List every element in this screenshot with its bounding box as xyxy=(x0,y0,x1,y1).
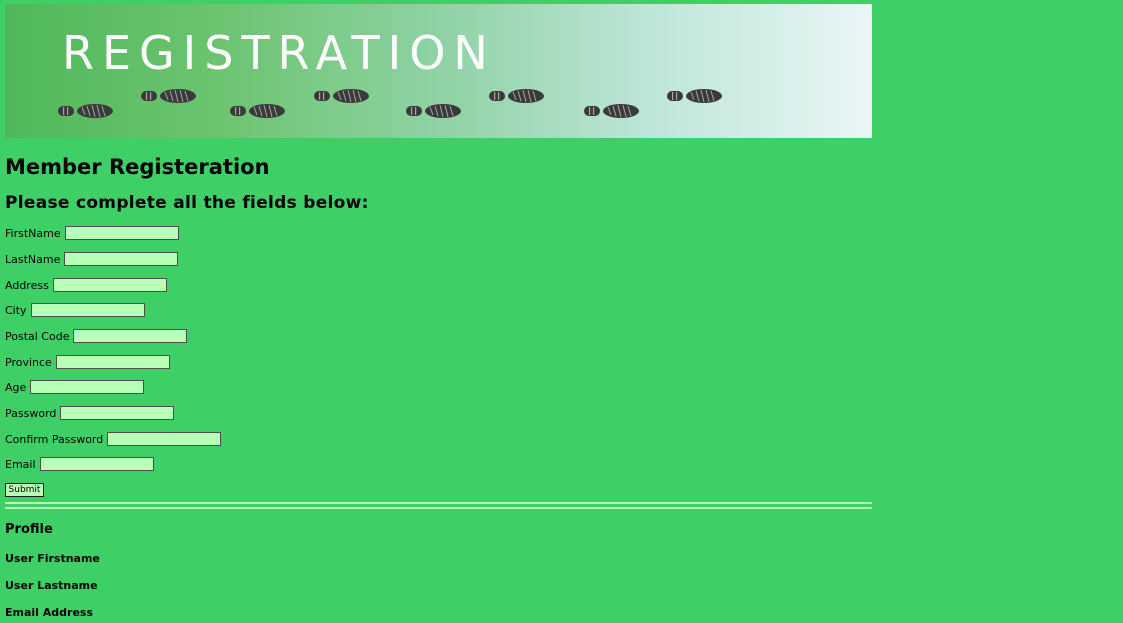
profile-heading: Profile xyxy=(5,522,53,537)
registration-banner: REGISTRATION xyxy=(5,4,872,138)
section-divider xyxy=(5,502,872,509)
province-input[interactable] xyxy=(55,355,170,369)
form-instructions: Please complete all the fields below: xyxy=(5,193,369,213)
field-row-address: Address xyxy=(5,277,167,293)
city-input[interactable] xyxy=(30,303,145,317)
page-title: Member Registeration xyxy=(5,155,270,179)
profile-user-lastname: User Lastname xyxy=(5,579,98,592)
lastname-label: LastName xyxy=(5,252,61,266)
profile-email-address: Email Address xyxy=(5,606,94,619)
age-input[interactable] xyxy=(30,380,145,394)
city-label: City xyxy=(5,303,27,317)
submit-button[interactable]: Submit xyxy=(5,483,44,497)
banner-title: REGISTRATION xyxy=(62,26,496,80)
field-row-postal-code: Postal Code xyxy=(5,328,188,344)
field-row-confirm-password: Confirm Password xyxy=(5,431,222,447)
password-label: Password xyxy=(5,406,57,420)
profile-user-firstname: User Firstname xyxy=(5,552,100,565)
field-row-lastname: LastName xyxy=(5,251,179,267)
province-label: Province xyxy=(5,355,52,369)
field-row-firstname: FirstName xyxy=(5,225,179,241)
age-label: Age xyxy=(5,380,27,394)
confirm-password-label: Confirm Password xyxy=(5,432,104,446)
lastname-input[interactable] xyxy=(64,252,179,266)
field-row-email: Email xyxy=(5,456,154,472)
field-row-password: Password xyxy=(5,405,175,421)
field-row-province: Province xyxy=(5,354,170,370)
field-row-city: City xyxy=(5,302,145,318)
password-input[interactable] xyxy=(60,406,175,420)
email-input[interactable] xyxy=(39,457,154,471)
address-label: Address xyxy=(5,278,49,292)
firstname-input[interactable] xyxy=(64,226,179,240)
postal-code-input[interactable] xyxy=(73,329,188,343)
field-row-age: Age xyxy=(5,379,145,395)
firstname-label: FirstName xyxy=(5,226,61,240)
postal-code-label: Postal Code xyxy=(5,329,70,343)
address-input[interactable] xyxy=(52,278,167,292)
email-label: Email xyxy=(5,457,36,471)
confirm-password-input[interactable] xyxy=(107,432,222,446)
